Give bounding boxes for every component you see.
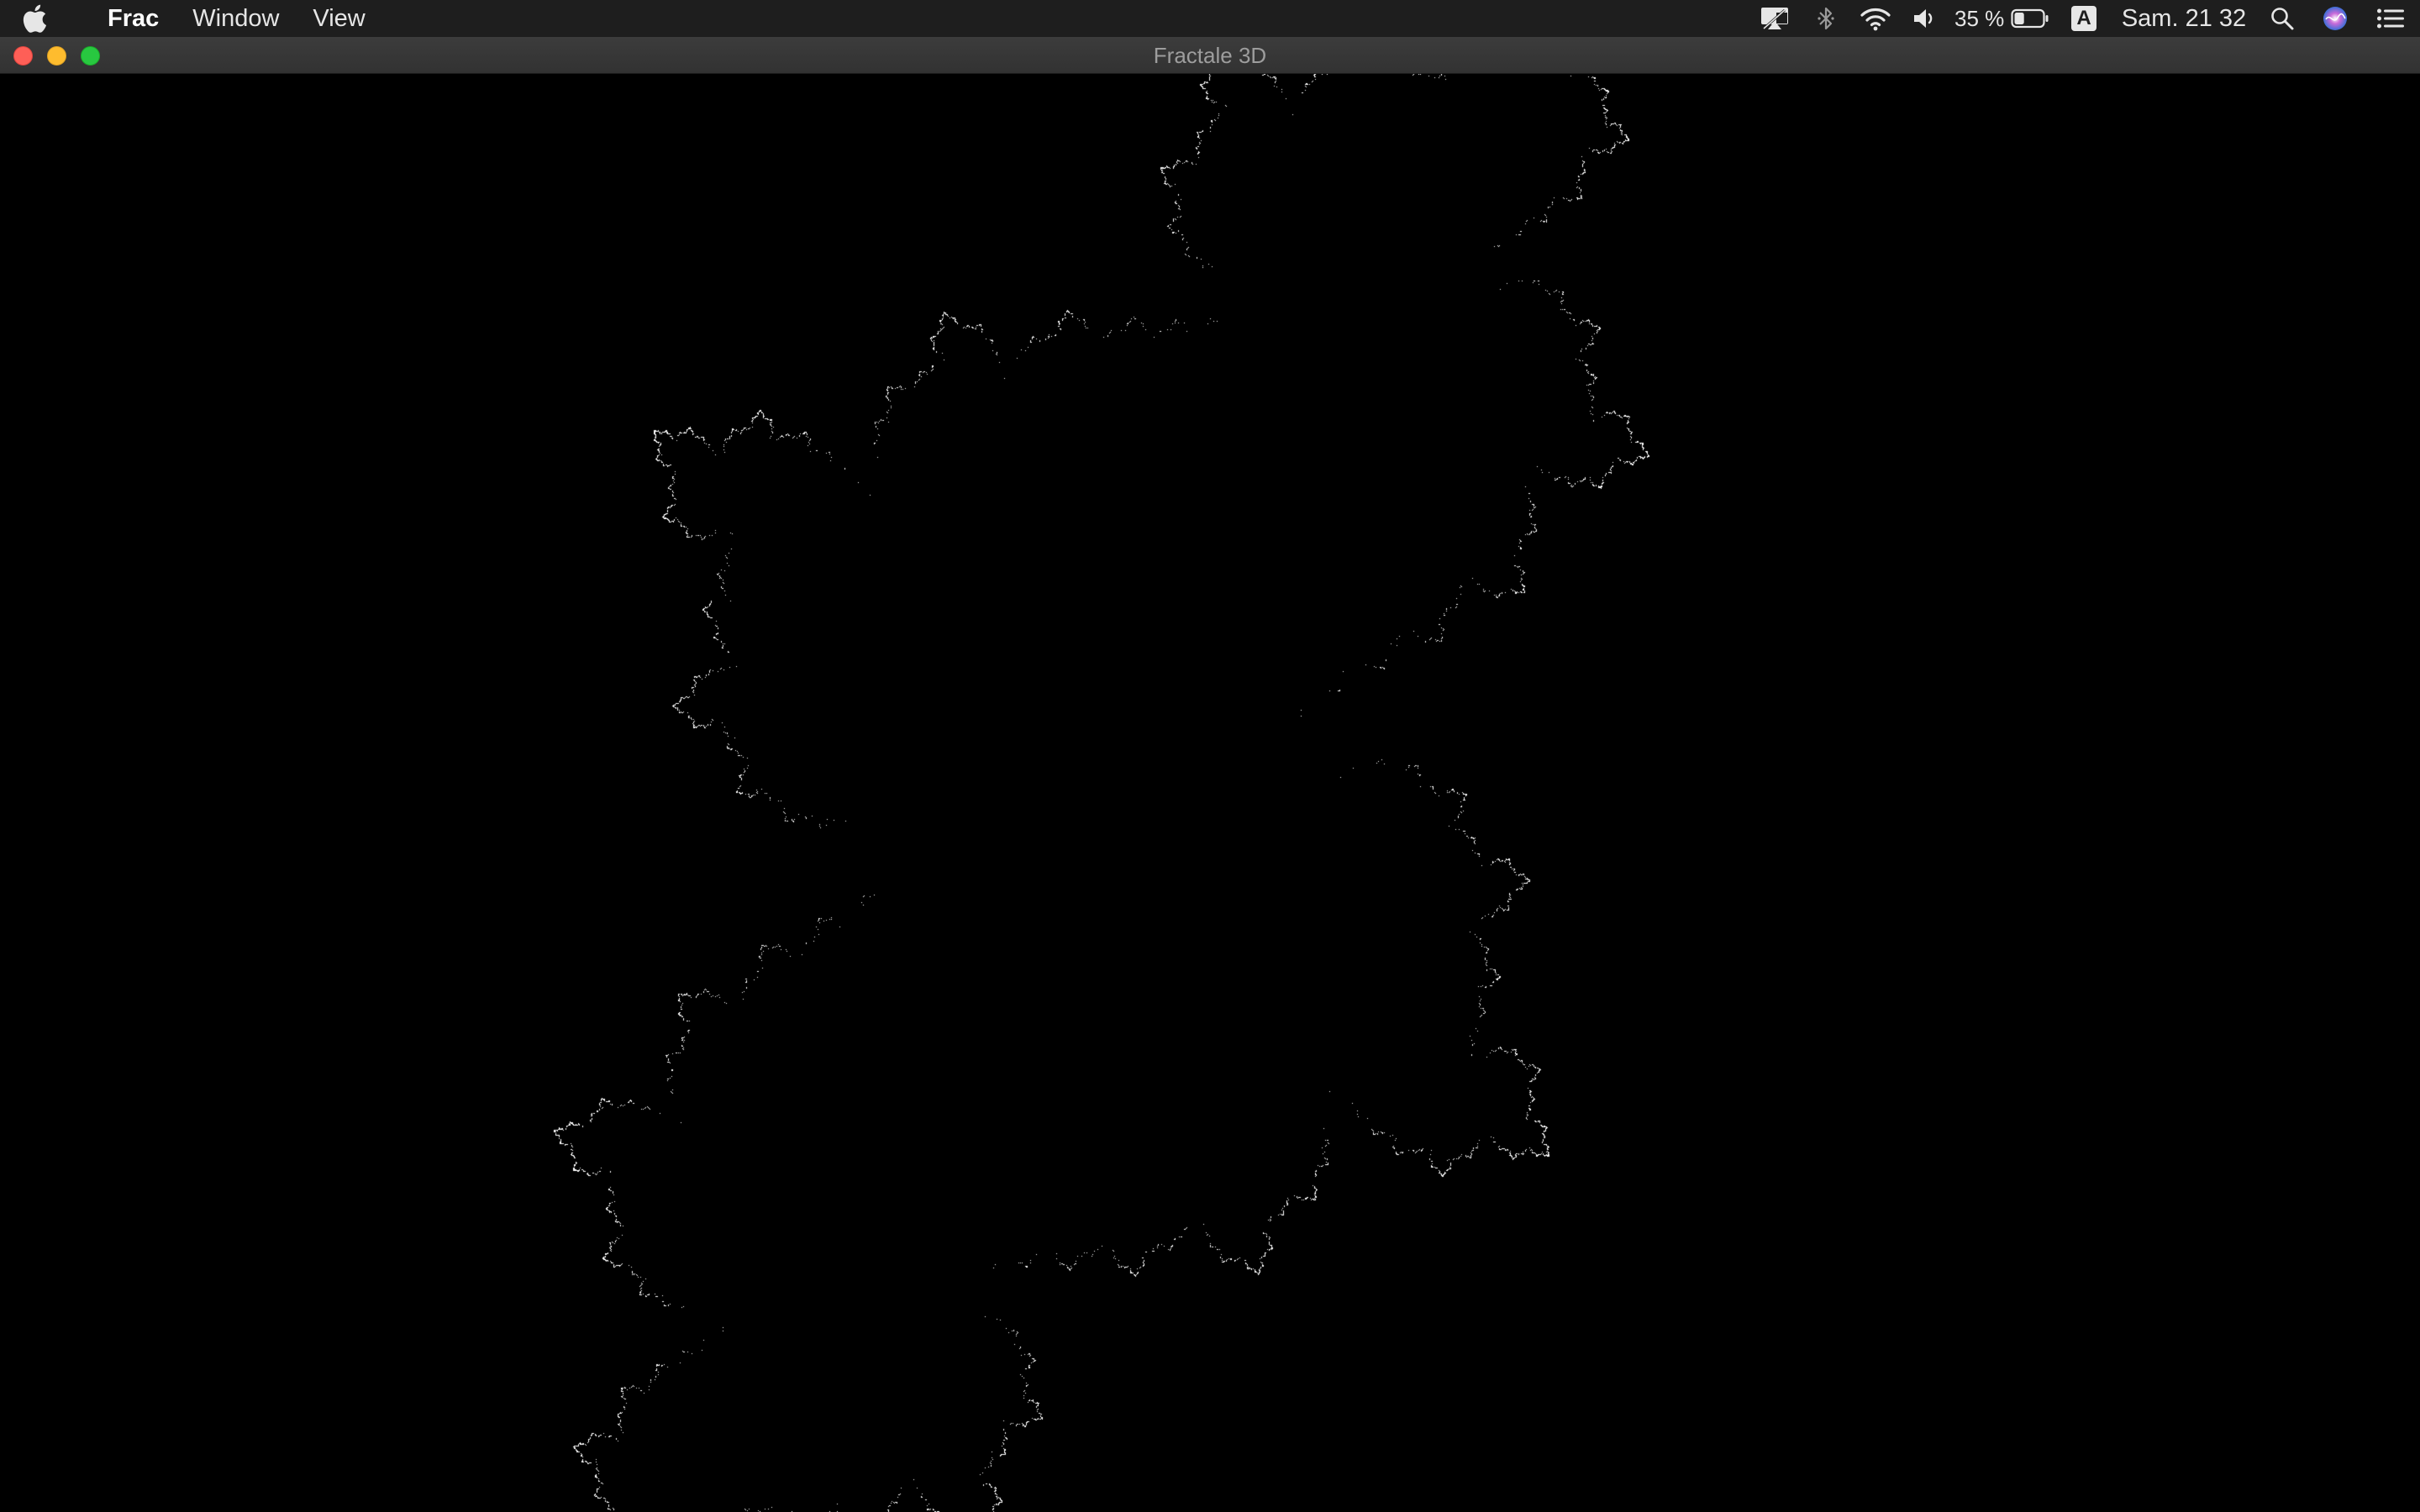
apple-menu[interactable] (22, 4, 72, 33)
wifi-icon (1860, 8, 1891, 31)
window-titlebar[interactable]: Fractale 3D (0, 37, 2420, 74)
siri-status[interactable] (2309, 0, 2361, 37)
input-source-label: A (2076, 7, 2091, 29)
menu-bar-status-area: 35 % A Sam. 21 32 (1748, 0, 2420, 37)
airplay-status[interactable] (1748, 0, 1802, 37)
clock-label: Sam. 21 32 (2121, 4, 2247, 32)
airplay-icon (1761, 8, 1788, 30)
notification-center-icon (2377, 8, 2404, 29)
fractal-window: Fractale 3D (0, 37, 2420, 1512)
fractal-canvas[interactable] (0, 74, 2420, 1512)
app-menu[interactable]: Frac (91, 0, 176, 37)
clock[interactable]: Sam. 21 32 (2112, 0, 2255, 37)
window-title: Fractale 3D (1153, 43, 1267, 68)
spotlight-status[interactable] (2255, 0, 2309, 37)
menu-bar: Frac Window View 35 % A Sam. 21 32 (0, 0, 2420, 37)
bluetooth-status[interactable] (1802, 0, 1850, 37)
notification-center-status[interactable] (2361, 0, 2420, 37)
volume-status[interactable] (1901, 0, 1949, 37)
bluetooth-icon (1818, 7, 1834, 30)
volume-icon (1914, 9, 1933, 28)
battery-icon (2011, 8, 2049, 29)
input-source-status[interactable]: A (2055, 0, 2112, 37)
spotlight-search-icon (2271, 8, 2294, 30)
siri-icon (2323, 7, 2347, 30)
wifi-status[interactable] (1850, 0, 1901, 37)
battery-status[interactable]: 35 % (1949, 0, 2055, 37)
menu-bar-left: Frac Window View (0, 0, 382, 37)
fractal-canvas-area[interactable] (0, 74, 2420, 1512)
window-menu[interactable]: Window (176, 0, 296, 37)
view-menu[interactable]: View (296, 0, 381, 37)
apple-logo-icon (23, 4, 47, 33)
input-source-icon: A (2071, 6, 2096, 31)
battery-percent: 35 % (1954, 5, 2005, 31)
